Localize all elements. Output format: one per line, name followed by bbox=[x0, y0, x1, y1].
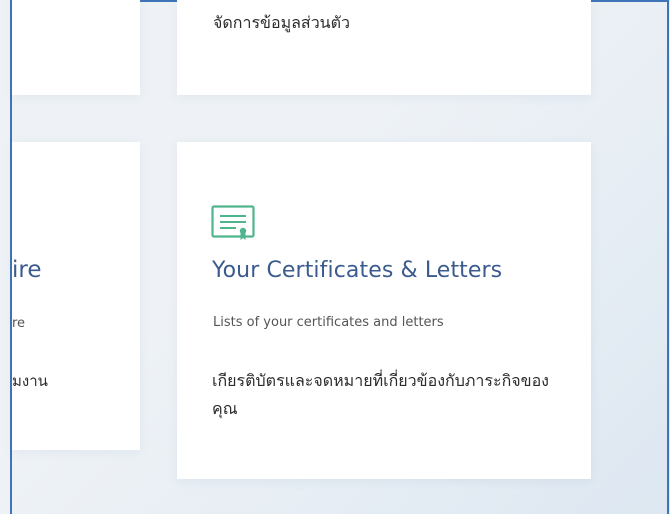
certificates-card[interactable] bbox=[177, 142, 591, 479]
questionnaire-card[interactable] bbox=[12, 142, 140, 450]
certificates-thai-description: เกียรติบัตรและจดหมายที่เกี่ยวข้องกับภาระ… bbox=[212, 371, 549, 418]
personal-info-description: จัดการข้อมูลส่วนตัว bbox=[213, 13, 350, 32]
questionnaire-thai-description: มงาน bbox=[12, 372, 48, 390]
certificate-icon bbox=[211, 205, 255, 240]
questionnaire-subtitle: re bbox=[12, 316, 26, 331]
certificates-title[interactable]: Your Certificates & Letters bbox=[212, 258, 502, 283]
questionnaire-title: ire bbox=[12, 257, 42, 283]
profile-card-left[interactable] bbox=[12, 0, 140, 95]
certificates-description: Lists of your certificates and letters bbox=[213, 315, 444, 330]
window-frame-right bbox=[667, 0, 669, 514]
